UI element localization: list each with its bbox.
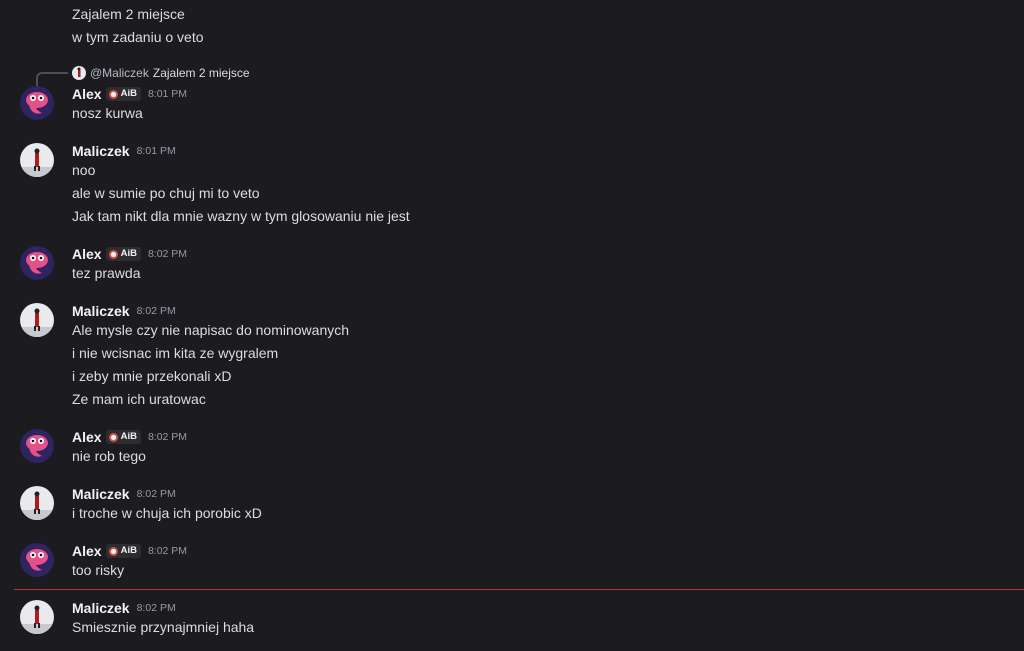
message-line: tez prawda: [72, 265, 141, 281]
role-tag-label: AiB: [120, 431, 137, 442]
message-header: Maliczek 8:02 PM: [72, 599, 176, 617]
message-header: Alex AiB 8:02 PM: [72, 428, 187, 446]
author-name[interactable]: Alex: [72, 245, 102, 263]
timestamp[interactable]: 8:01 PM: [137, 142, 176, 160]
avatar-maliczek[interactable]: [20, 143, 54, 177]
message-line: nosz kurwa: [72, 105, 143, 121]
author-name[interactable]: Alex: [72, 428, 102, 446]
message-header: Maliczek 8:01 PM: [72, 142, 176, 160]
message-header: Maliczek 8:02 PM: [72, 302, 176, 320]
message-header: Alex AiB 8:02 PM: [72, 245, 187, 263]
timestamp[interactable]: 8:02 PM: [137, 485, 176, 503]
author-name[interactable]: Maliczek: [72, 485, 130, 503]
timestamp[interactable]: 8:02 PM: [148, 245, 187, 263]
message-line: too risky: [72, 562, 125, 578]
reply-reference[interactable]: @Maliczek Zajalem 2 miejsce: [72, 66, 250, 80]
role-icon: [108, 432, 118, 442]
message-header: Alex AiB 8:02 PM: [72, 542, 187, 560]
author-name[interactable]: Alex: [72, 85, 102, 103]
role-tag[interactable]: AiB: [105, 247, 141, 261]
role-tag-label: AiB: [120, 248, 137, 259]
avatar-maliczek[interactable]: [20, 303, 54, 337]
role-tag[interactable]: AiB: [105, 430, 141, 444]
timestamp[interactable]: 8:02 PM: [137, 302, 176, 320]
new-messages-divider: [14, 589, 1024, 590]
role-tag[interactable]: AiB: [105, 544, 141, 558]
message-line: noo: [72, 162, 96, 178]
message-line: Jak tam nikt dla mnie wazny w tym glosow…: [72, 208, 410, 224]
message-header: Maliczek 8:02 PM: [72, 485, 176, 503]
avatar-alex[interactable]: [20, 543, 54, 577]
message-line: i zeby mnie przekonali xD: [72, 368, 232, 384]
avatar-alex[interactable]: [20, 429, 54, 463]
role-icon: [108, 89, 118, 99]
message-line: Smiesznie przynajmniej haha: [72, 619, 255, 635]
author-name[interactable]: Maliczek: [72, 142, 130, 160]
author-name[interactable]: Maliczek: [72, 599, 130, 617]
timestamp[interactable]: 8:02 PM: [148, 542, 187, 560]
role-tag[interactable]: AiB: [105, 87, 141, 101]
reply-mention[interactable]: @Maliczek: [90, 66, 149, 80]
avatar-alex[interactable]: [20, 86, 54, 120]
message-line: i nie wcisnac im kita ze wygralem: [72, 345, 279, 361]
message-line: nie rob tego: [72, 448, 146, 464]
timestamp[interactable]: 8:02 PM: [148, 428, 187, 446]
message-line: i troche w chuja ich porobic xD: [72, 505, 262, 521]
message-header: Alex AiB 8:01 PM: [72, 85, 187, 103]
timestamp[interactable]: 8:01 PM: [148, 85, 187, 103]
role-icon: [108, 546, 118, 556]
author-name[interactable]: Alex: [72, 542, 102, 560]
role-tag-label: AiB: [120, 545, 137, 556]
message-line: Ale mysle czy nie napisac do nominowanyc…: [72, 322, 350, 338]
avatar-maliczek[interactable]: [20, 600, 54, 634]
message-line: ale w sumie po chuj mi to veto: [72, 185, 260, 201]
reply-text[interactable]: Zajalem 2 miejsce: [153, 66, 250, 80]
author-name[interactable]: Maliczek: [72, 302, 130, 320]
avatar-maliczek[interactable]: [20, 486, 54, 520]
message-line: Zajalem 2 miejsce: [72, 6, 185, 22]
timestamp[interactable]: 8:02 PM: [137, 599, 176, 617]
avatar-alex[interactable]: [20, 246, 54, 280]
role-icon: [108, 249, 118, 259]
reply-avatar: [72, 66, 86, 80]
reply-connector: [36, 72, 68, 86]
message-line: Ze mam ich uratowac: [72, 391, 206, 407]
message-line: w tym zadaniu o veto: [72, 29, 204, 45]
role-tag-label: AiB: [120, 88, 137, 99]
